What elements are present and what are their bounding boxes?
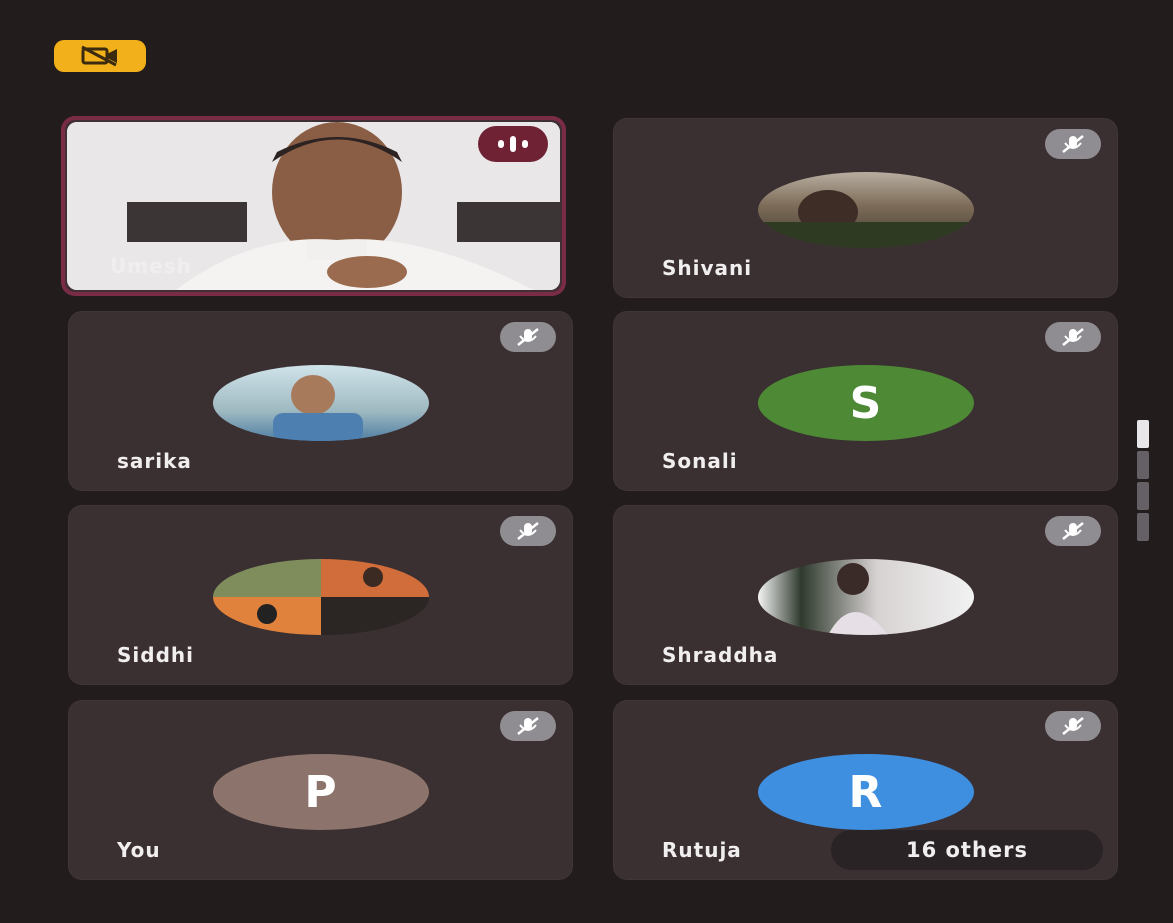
participant-tile-you[interactable]: P You [68,700,573,880]
participant-tile-rutuja[interactable]: R Rutuja 16 others [613,700,1118,880]
camera-off-icon [81,45,117,67]
page-dot [1137,482,1149,510]
avatar-photo [212,559,429,635]
participant-name: Umesh [110,254,192,278]
avatar-initial: S [757,365,974,441]
muted-mic-icon [500,711,556,741]
page-dot-active [1137,420,1149,448]
participant-tile-sarika[interactable]: sarika [68,311,573,491]
meeting-screen: Umesh Shivani sarika S Sonali Siddhi Shr… [0,0,1173,923]
muted-mic-icon [1045,516,1101,546]
participant-name: Rutuja [662,838,742,862]
avatar-photo [757,172,974,248]
participant-name: sarika [117,449,192,473]
muted-mic-icon [1045,129,1101,159]
avatar-initial: R [757,754,974,830]
muted-mic-icon [1045,711,1101,741]
camera-off-button[interactable] [54,40,146,72]
participant-tile-umesh[interactable]: Umesh [61,116,566,296]
muted-mic-icon [500,322,556,352]
participant-name: Shraddha [662,643,779,667]
participant-tile-shraddha[interactable]: Shraddha [613,505,1118,685]
page-indicator [1137,420,1149,541]
page-dot [1137,451,1149,479]
participant-name: Shivani [662,256,753,280]
participant-tile-shivani[interactable]: Shivani [613,118,1118,298]
participant-name: Siddhi [117,643,194,667]
participant-name: You [117,838,161,862]
participant-tile-siddhi[interactable]: Siddhi [68,505,573,685]
avatar-initial: P [212,754,429,830]
speaking-indicator [478,126,548,162]
avatar-photo [757,559,974,635]
avatar-photo [212,365,429,441]
muted-mic-icon [500,516,556,546]
others-count-chip[interactable]: 16 others [831,830,1103,870]
participant-name: Sonali [662,449,738,473]
participant-tile-sonali[interactable]: S Sonali [613,311,1118,491]
page-dot [1137,513,1149,541]
muted-mic-icon [1045,322,1101,352]
